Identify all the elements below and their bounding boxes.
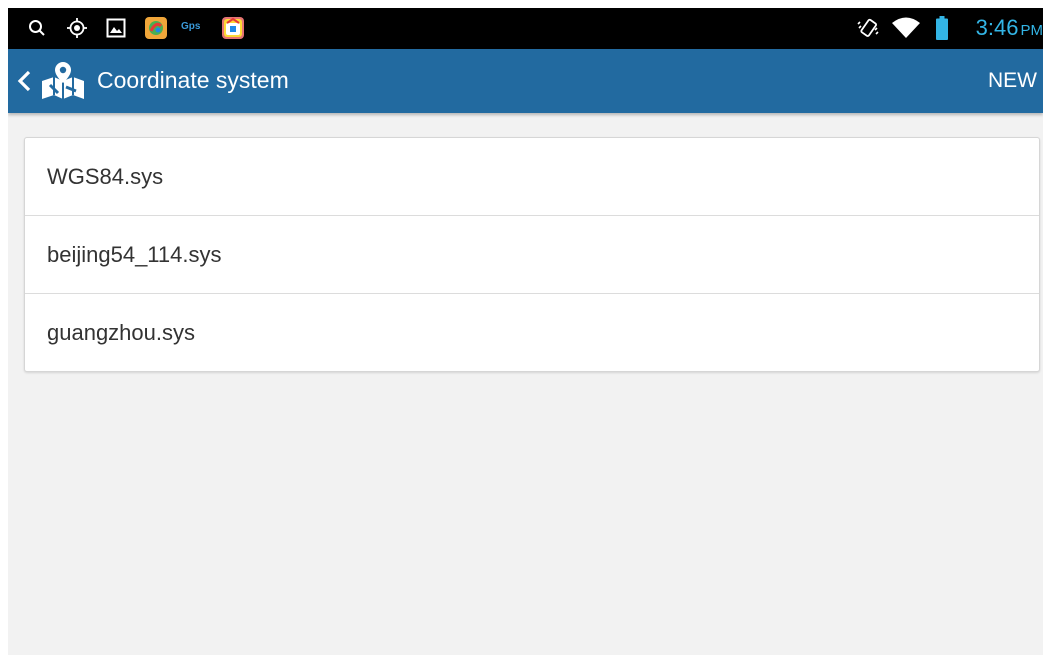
clock: 3:46 PM: [976, 15, 1043, 41]
app-screen: Gps 3:46 PM Coordinate system NEW WGS84.…: [8, 8, 1043, 655]
wifi-icon: [892, 17, 920, 39]
list-item-label: beijing54_114.sys: [47, 241, 222, 267]
store-icon: [221, 17, 245, 39]
battery-icon: [935, 16, 949, 40]
app-icon: [144, 17, 168, 39]
list-item[interactable]: guangzhou.sys: [25, 294, 1039, 371]
clock-time: 3:46: [975, 15, 1019, 40]
status-bar: Gps 3:46 PM: [8, 8, 1043, 49]
list-item[interactable]: beijing54_114.sys: [25, 216, 1039, 294]
clock-ampm: PM: [1020, 22, 1043, 39]
search-icon: [27, 17, 47, 39]
gallery-icon: [105, 17, 127, 39]
page-title: Coordinate system: [97, 67, 289, 93]
map-location-logo-icon: [42, 62, 84, 99]
action-bar: Coordinate system NEW: [8, 49, 1043, 113]
list-item[interactable]: WGS84.sys: [25, 138, 1039, 216]
location-target-icon: [66, 17, 88, 39]
list-item-label: guangzhou.sys: [47, 319, 195, 345]
coordinate-file-list: WGS84.sys beijing54_114.sys guangzhou.sy…: [24, 137, 1040, 372]
list-item-label: WGS84.sys: [47, 163, 164, 189]
back-arrow-icon[interactable]: [15, 69, 35, 93]
vibrate-icon: [856, 17, 880, 39]
gps-icon: Gps: [181, 21, 201, 32]
new-button[interactable]: NEW: [988, 69, 1037, 93]
